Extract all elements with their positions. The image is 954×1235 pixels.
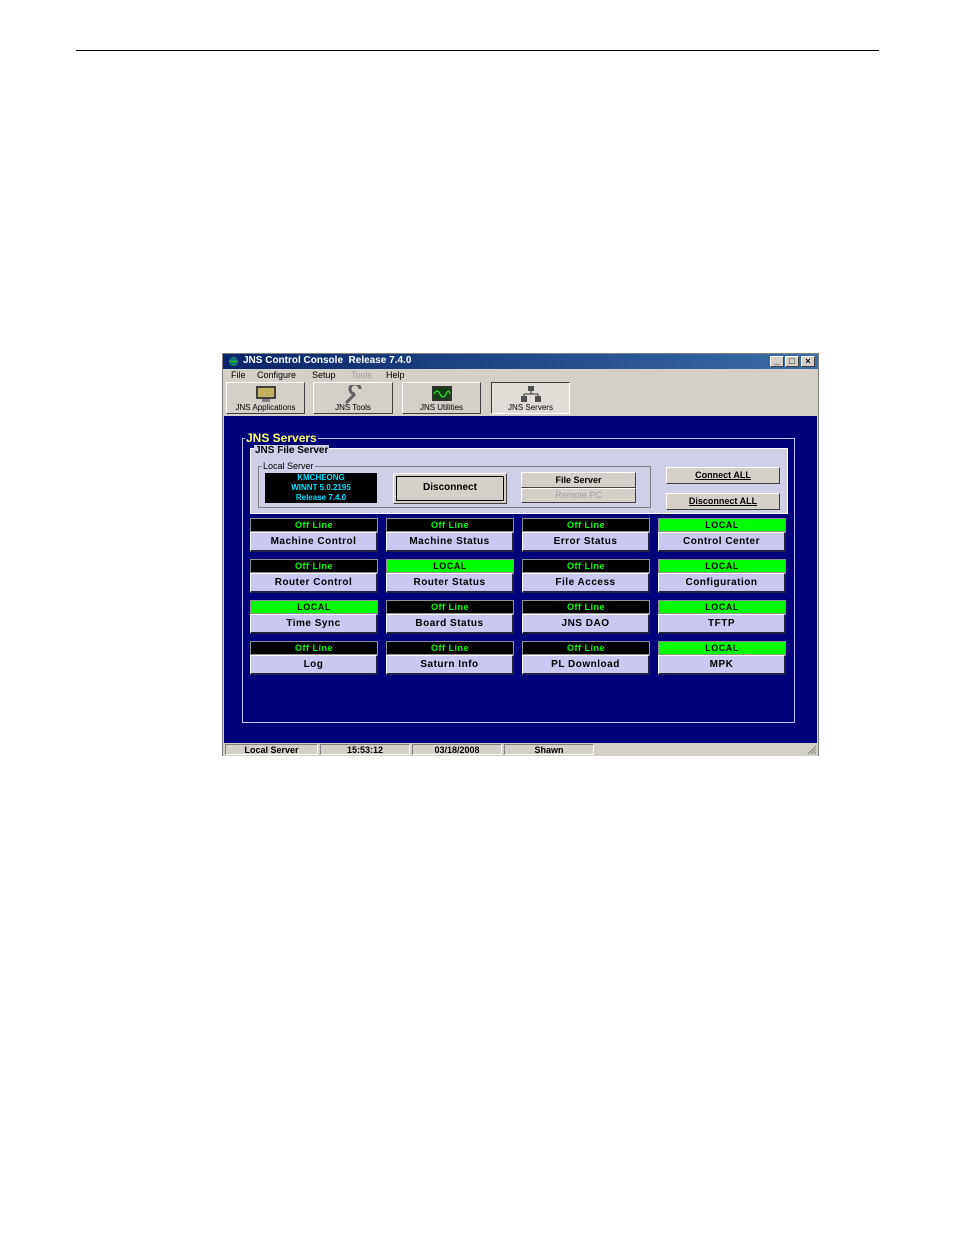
jns-servers-title: JNS Servers	[245, 431, 318, 445]
machine-status-button[interactable]: Machine Status	[386, 532, 514, 552]
menu-help[interactable]: Help	[386, 370, 405, 380]
toolbar-jns-tools-button[interactable]: JNS Tools	[313, 382, 393, 414]
local-server-title: Local Server	[262, 461, 315, 471]
app-globe-icon	[229, 357, 238, 366]
menu-file[interactable]: File	[231, 370, 246, 380]
router-control-button[interactable]: Router Control	[250, 573, 378, 593]
board-status-status-indicator: Off Line	[386, 600, 514, 614]
title-bar[interactable]: JNS Control Console Release 7.4.0 _ □ ×	[223, 354, 818, 369]
board-status-button[interactable]: Board Status	[386, 614, 514, 634]
tftp-button[interactable]: TFTP	[658, 614, 786, 634]
menu-bar: File Configure Setup Tools Help	[223, 369, 818, 382]
toolbar-jns-utilities-button[interactable]: JNS Utilities	[402, 382, 481, 414]
file-access-status-indicator: Off Line	[522, 559, 650, 573]
servers-icon	[520, 386, 541, 402]
disconnect-button[interactable]: Disconnect	[393, 473, 507, 504]
wrench-icon	[344, 385, 362, 405]
file-access-button[interactable]: File Access	[522, 573, 650, 593]
page-top-rule	[76, 50, 879, 51]
router-status-status-indicator: LOCAL	[386, 559, 514, 573]
time-sync-status-indicator: LOCAL	[250, 600, 378, 614]
status-user: Shawn	[504, 744, 594, 755]
resize-grip-icon[interactable]	[806, 744, 817, 755]
local-server-os: WINNT 5.0.2195	[265, 483, 377, 493]
configuration-button[interactable]: Configuration	[658, 573, 786, 593]
machine-status-status-indicator: Off Line	[386, 518, 514, 532]
jns-dao-button[interactable]: JNS DAO	[522, 614, 650, 634]
disconnect-all-button[interactable]: Disconnect ALL	[666, 493, 780, 510]
control-center-status-indicator: LOCAL	[658, 518, 786, 532]
status-bar: Local Server 15:53:12 03/18/2008 Shawn	[223, 743, 818, 756]
status-date: 03/18/2008	[412, 744, 502, 755]
error-status-button[interactable]: Error Status	[522, 532, 650, 552]
toolbar-label: JNS Servers	[508, 403, 553, 412]
machine-control-status-indicator: Off Line	[250, 518, 378, 532]
jns-dao-status-indicator: Off Line	[522, 600, 650, 614]
pl-download-status-indicator: Off Line	[522, 641, 650, 655]
error-status-status-indicator: Off Line	[522, 518, 650, 532]
window-title: JNS Control Console Release 7.4.0	[243, 355, 412, 366]
maximize-button[interactable]: □	[785, 356, 799, 367]
jns-control-console-window: JNS Control Console Release 7.4.0 _ □ × …	[222, 353, 819, 756]
time-sync-button[interactable]: Time Sync	[250, 614, 378, 634]
status-server: Local Server	[225, 744, 318, 755]
local-server-host: KMCHEONG	[265, 473, 377, 483]
menu-setup[interactable]: Setup	[312, 370, 336, 380]
menu-configure[interactable]: Configure	[257, 370, 296, 380]
control-center-button[interactable]: Control Center	[658, 532, 786, 552]
router-control-status-indicator: Off Line	[250, 559, 378, 573]
log-status-indicator: Off Line	[250, 641, 378, 655]
jns-file-server-title: JNS File Server	[254, 445, 330, 456]
mpk-status-indicator: LOCAL	[658, 641, 786, 655]
file-server-button[interactable]: File Server	[521, 472, 636, 488]
connect-all-button[interactable]: Connect ALL	[666, 467, 780, 484]
oscilloscope-icon	[431, 386, 452, 401]
monitor-icon	[255, 386, 276, 402]
toolbar-label: JNS Applications	[235, 403, 296, 412]
machine-control-button[interactable]: Machine Control	[250, 532, 378, 552]
log-button[interactable]: Log	[250, 655, 378, 675]
pl-download-button[interactable]: PL Download	[522, 655, 650, 675]
toolbar-jns-applications-button[interactable]: JNS Applications	[226, 382, 305, 414]
toolbar-jns-servers-button[interactable]: JNS Servers	[491, 382, 570, 414]
menu-tools[interactable]: Tools	[351, 370, 372, 380]
mpk-button[interactable]: MPK	[658, 655, 786, 675]
configuration-status-indicator: LOCAL	[658, 559, 786, 573]
router-status-button[interactable]: Router Status	[386, 573, 514, 593]
toolbar-label: JNS Tools	[335, 403, 371, 412]
remote-pc-button[interactable]: Remote PC	[521, 488, 636, 503]
saturn-info-status-indicator: Off Line	[386, 641, 514, 655]
toolbar-label: JNS Utilities	[419, 403, 464, 412]
tftp-status-indicator: LOCAL	[658, 600, 786, 614]
local-server-release: Release 7.4.0	[265, 493, 377, 503]
minimize-button[interactable]: _	[770, 356, 784, 367]
close-button[interactable]: ×	[801, 356, 815, 367]
status-time: 15:53:12	[320, 744, 410, 755]
saturn-info-button[interactable]: Saturn Info	[386, 655, 514, 675]
